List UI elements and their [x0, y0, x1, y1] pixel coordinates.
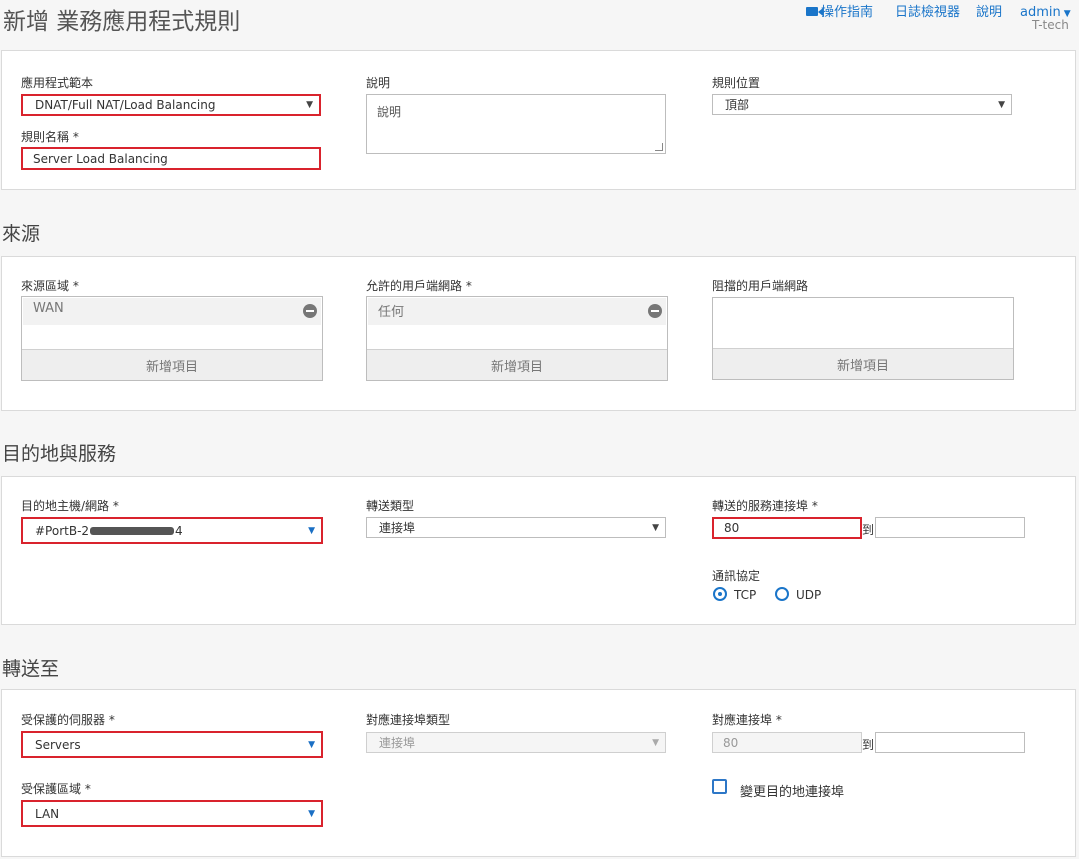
description-textarea[interactable]: 說明 [366, 94, 666, 154]
protected-zone-value: LAN [35, 806, 60, 821]
redacted-mask [90, 526, 175, 535]
position-label: 規則位置 [712, 76, 761, 90]
to-label: 到 [862, 523, 875, 537]
forward-type-label: 轉送類型 [366, 499, 415, 513]
mapped-port-from-value: 80 [723, 735, 739, 750]
protected-server-select[interactable]: Servers ▼ [21, 731, 323, 758]
service-port-from-value: 80 [724, 521, 740, 535]
caret-down-icon: ▼ [652, 522, 659, 533]
list-item: 任何 [368, 298, 666, 325]
allowed-network-value: 任何 [378, 305, 405, 320]
protocol-label: 通訊協定 [712, 569, 761, 583]
forward-panel [1, 689, 1076, 857]
add-item-button[interactable]: 新增項目 [22, 349, 322, 380]
dest-host-label: 目的地主機/網路 * [21, 499, 119, 513]
list-item: WAN [23, 298, 321, 325]
rule-name-value: Server Load Balancing [33, 151, 168, 166]
caret-down-icon: ▼ [306, 100, 313, 110]
protected-zone-label: 受保護區域 * [21, 782, 91, 796]
source-zones-label: 來源區域 * [21, 279, 79, 293]
caret-down-icon: ▼ [308, 525, 315, 536]
caret-down-icon: ▼ [652, 737, 659, 748]
source-zone-value: WAN [33, 301, 64, 316]
forward-type-value: 連接埠 [379, 521, 416, 535]
caret-down-icon: ▼ [998, 99, 1005, 110]
add-item-button[interactable]: 新增項目 [713, 348, 1013, 379]
caret-down-icon: ▼ [308, 739, 315, 750]
log-viewer-link[interactable]: 日誌檢視器 [895, 5, 960, 20]
protected-server-value: Servers [35, 737, 81, 752]
service-port-to-input[interactable] [875, 517, 1025, 538]
template-label: 應用程式範本 [21, 76, 94, 90]
tcp-radio[interactable] [713, 587, 727, 601]
blocked-networks-list: 新增項目 [712, 297, 1014, 380]
mapped-type-value: 連接埠 [379, 736, 416, 750]
description-label: 說明 [366, 76, 391, 90]
change-dest-port-label[interactable]: 變更目的地連接埠 [740, 781, 844, 800]
help-link[interactable]: 說明 [976, 5, 1002, 20]
tcp-label[interactable]: TCP [734, 588, 756, 602]
allowed-networks-label: 允許的用戶端網路 * [366, 279, 472, 293]
resize-grip-icon[interactable] [655, 143, 663, 151]
udp-radio[interactable] [775, 587, 789, 601]
guide-link[interactable]: 操作指南 [806, 1, 873, 20]
rule-name-input[interactable]: Server Load Balancing [21, 147, 321, 170]
remove-icon[interactable] [648, 304, 662, 318]
template-value: DNAT/Full NAT/Load Balancing [35, 98, 216, 112]
source-zones-list: WAN 新增項目 [21, 296, 323, 381]
add-item-button[interactable]: 新增項目 [367, 349, 667, 380]
blocked-networks-label: 阻擋的用戶端網路 [712, 279, 809, 293]
protected-zone-select[interactable]: LAN ▼ [21, 800, 323, 827]
remove-icon[interactable] [303, 304, 317, 318]
protected-server-label: 受保護的伺服器 * [21, 713, 115, 727]
service-port-label: 轉送的服務連接埠 * [712, 499, 818, 513]
source-section-title: 來源 [2, 223, 41, 245]
position-select[interactable]: 頂部 ▼ [712, 94, 1012, 115]
mapped-port-to-input[interactable] [875, 732, 1025, 753]
page-title: 新增 業務應用程式規則 [3, 9, 241, 35]
description-value: 說明 [377, 105, 402, 119]
to-label: 到 [862, 738, 875, 752]
rule-name-label: 規則名稱 * [21, 130, 79, 144]
caret-down-icon: ▼ [308, 808, 315, 819]
destination-panel [1, 476, 1076, 625]
mapped-port-label: 對應連接埠 * [712, 713, 782, 727]
video-icon [806, 7, 823, 16]
change-dest-port-checkbox[interactable] [712, 779, 727, 794]
dest-host-select[interactable]: #PortB-2 4 ▼ [21, 517, 323, 544]
allowed-networks-list: 任何 新增項目 [366, 296, 668, 381]
mapped-type-label: 對應連接埠類型 [366, 713, 451, 727]
template-select[interactable]: DNAT/Full NAT/Load Balancing ▼ [21, 94, 321, 116]
udp-label[interactable]: UDP [796, 588, 821, 602]
destination-section-title: 目的地與服務 [2, 443, 117, 465]
forward-section-title: 轉送至 [2, 658, 60, 680]
mapped-port-from-input: 80 [712, 732, 862, 753]
service-port-from-input[interactable]: 80 [712, 517, 862, 539]
dest-host-suffix: 4 [175, 523, 183, 538]
tenant-name: T-tech [1032, 18, 1069, 32]
mapped-type-select: 連接埠 ▼ [366, 732, 666, 753]
dest-host-prefix: #PortB-2 [35, 523, 90, 538]
guide-label[interactable]: 操作指南 [821, 5, 873, 20]
forward-type-select[interactable]: 連接埠 ▼ [366, 517, 666, 538]
position-value: 頂部 [725, 98, 750, 112]
